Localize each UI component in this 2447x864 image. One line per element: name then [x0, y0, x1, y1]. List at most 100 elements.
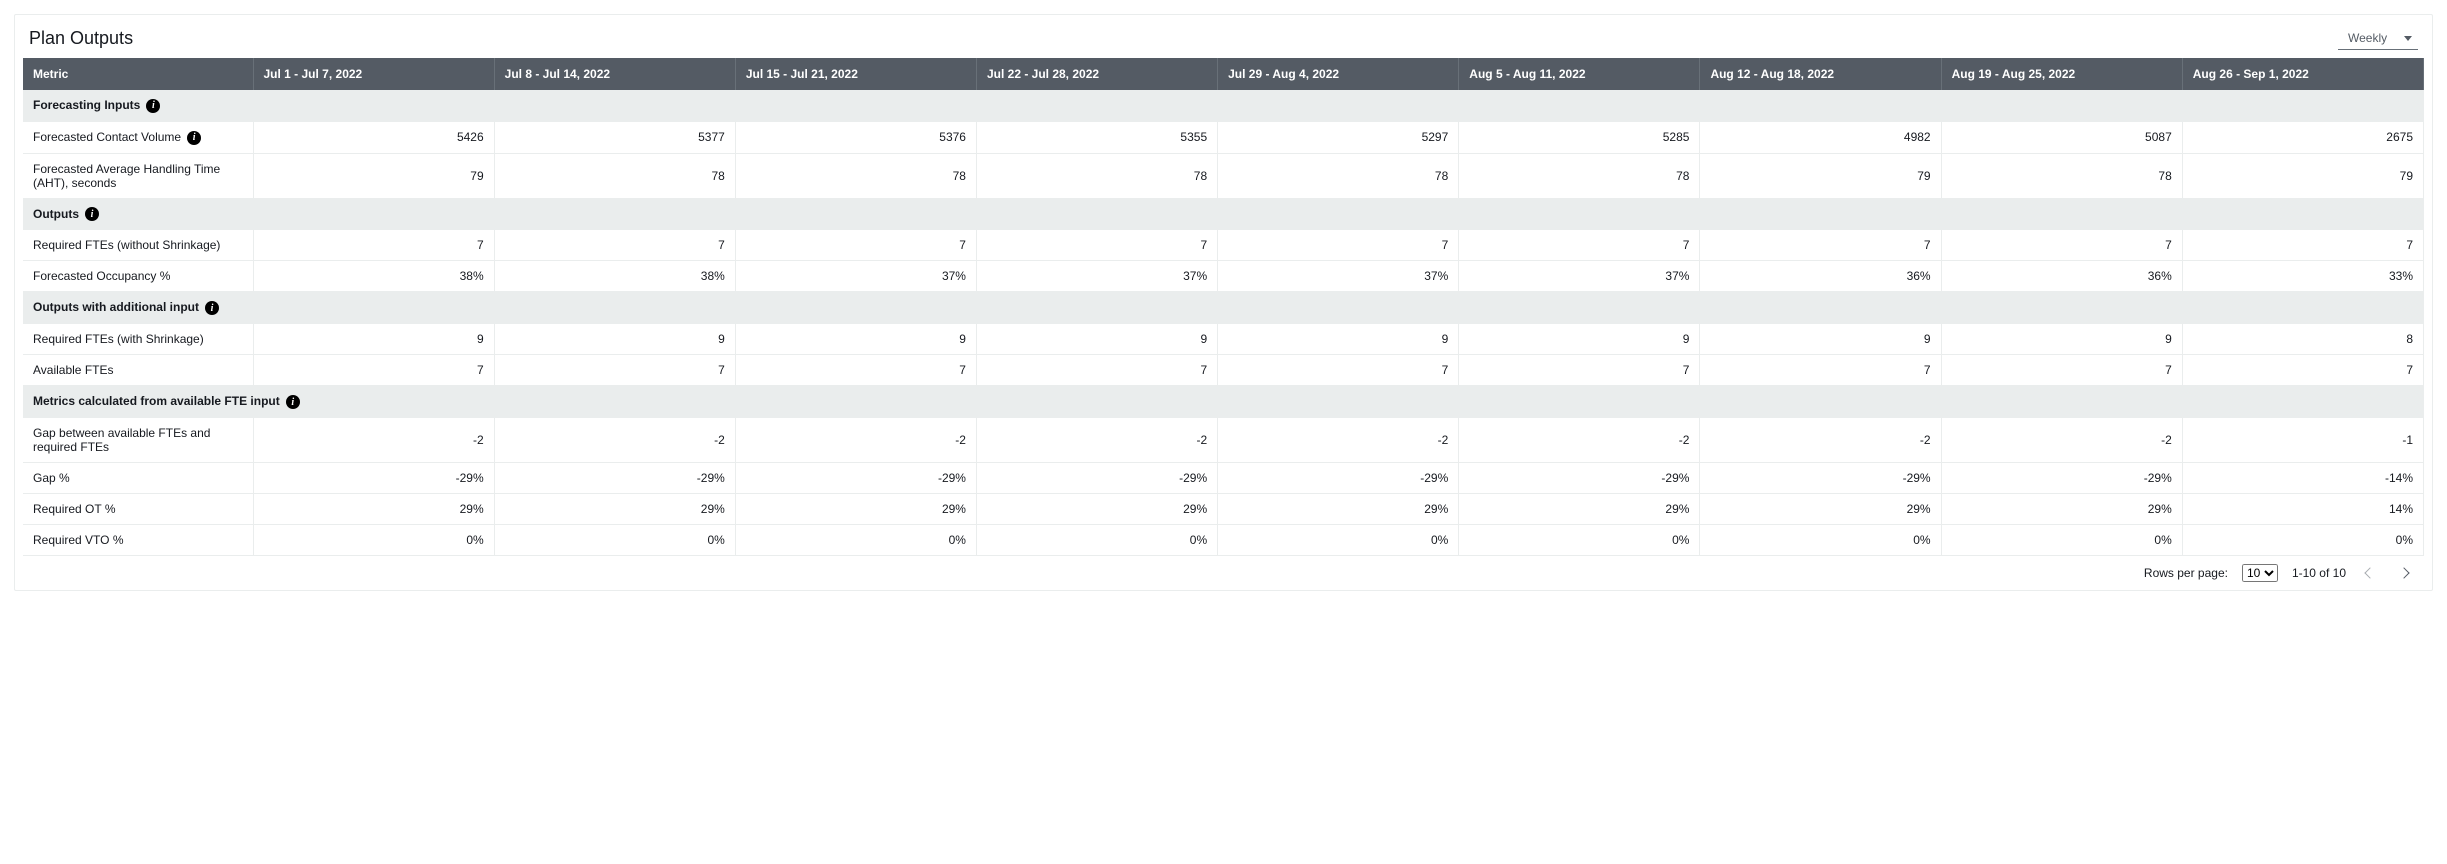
- metric-value: 7: [1700, 230, 1941, 261]
- caret-down-icon: [2404, 36, 2412, 41]
- metric-value: 9: [1700, 324, 1941, 355]
- metric-value: 0%: [976, 525, 1217, 556]
- metric-value: 0%: [2182, 525, 2423, 556]
- metric-value: -2: [1941, 418, 2182, 463]
- section-header: Outputsi: [23, 198, 2424, 230]
- metric-value: -29%: [494, 463, 735, 494]
- table-row: Gap between available FTEs and required …: [23, 418, 2424, 463]
- metric-value: 7: [1700, 355, 1941, 386]
- page-title: Plan Outputs: [29, 28, 133, 49]
- metric-value: 9: [1218, 324, 1459, 355]
- metric-value: 78: [1218, 153, 1459, 198]
- metric-value: -2: [253, 418, 494, 463]
- metric-value: 7: [253, 230, 494, 261]
- pager-next-button[interactable]: [2394, 562, 2414, 584]
- metric-value: 14%: [2182, 494, 2423, 525]
- pager-prev-button[interactable]: [2360, 562, 2380, 584]
- metric-value: 5297: [1218, 121, 1459, 153]
- metric-value: 5355: [976, 121, 1217, 153]
- metric-label: Required FTEs (without Shrinkage): [23, 230, 253, 261]
- period-dropdown[interactable]: Weekly: [2338, 27, 2418, 50]
- metric-value: 79: [253, 153, 494, 198]
- metric-value: 33%: [2182, 261, 2423, 292]
- metric-value: -2: [1459, 418, 1700, 463]
- metric-label: Forecasted Occupancy %: [23, 261, 253, 292]
- metric-value: 5285: [1459, 121, 1700, 153]
- metric-value: -2: [494, 418, 735, 463]
- metric-value: 0%: [1459, 525, 1700, 556]
- section-heading: Outputsi: [23, 198, 2424, 230]
- metric-value: 7: [976, 355, 1217, 386]
- metric-value: -29%: [253, 463, 494, 494]
- metric-value: 79: [1700, 153, 1941, 198]
- metric-value: -29%: [1941, 463, 2182, 494]
- table-row: Required FTEs (with Shrinkage)999999998: [23, 324, 2424, 355]
- metric-value: 29%: [1700, 494, 1941, 525]
- metric-value: 7: [1218, 230, 1459, 261]
- metric-value: 5087: [1941, 121, 2182, 153]
- metric-value: 0%: [735, 525, 976, 556]
- col-date-6: Aug 5 - Aug 11, 2022: [1459, 58, 1700, 90]
- col-date-4: Jul 22 - Jul 28, 2022: [976, 58, 1217, 90]
- metric-value: -1: [2182, 418, 2423, 463]
- metric-value: 7: [1941, 230, 2182, 261]
- metric-value: 7: [735, 355, 976, 386]
- table-row: Required OT %29%29%29%29%29%29%29%29%14%: [23, 494, 2424, 525]
- metric-value: 37%: [735, 261, 976, 292]
- metric-value: 9: [253, 324, 494, 355]
- col-date-3: Jul 15 - Jul 21, 2022: [735, 58, 976, 90]
- metric-value: 9: [494, 324, 735, 355]
- rows-per-page-select[interactable]: 10: [2242, 564, 2278, 582]
- chevron-left-icon: [2364, 567, 2375, 578]
- plan-outputs-table: MetricJul 1 - Jul 7, 2022Jul 8 - Jul 14,…: [23, 58, 2424, 556]
- col-date-1: Jul 1 - Jul 7, 2022: [253, 58, 494, 90]
- metric-value: 29%: [735, 494, 976, 525]
- metric-value: 7: [494, 355, 735, 386]
- metric-value: 5377: [494, 121, 735, 153]
- metric-value: 78: [735, 153, 976, 198]
- info-icon[interactable]: i: [85, 207, 99, 221]
- metric-value: 37%: [1459, 261, 1700, 292]
- table-row: Required VTO %0%0%0%0%0%0%0%0%0%: [23, 525, 2424, 556]
- section-heading: Metrics calculated from available FTE in…: [23, 386, 2424, 418]
- period-label: Weekly: [2348, 31, 2387, 45]
- metric-value: -2: [1700, 418, 1941, 463]
- metric-value: 37%: [976, 261, 1217, 292]
- rows-per-page-label: Rows per page:: [2144, 566, 2228, 580]
- metric-value: 2675: [2182, 121, 2423, 153]
- metric-value: 7: [494, 230, 735, 261]
- metric-value: -29%: [976, 463, 1217, 494]
- info-icon[interactable]: i: [146, 99, 160, 113]
- metric-value: 7: [2182, 230, 2423, 261]
- metric-value: 38%: [253, 261, 494, 292]
- metric-value: 29%: [1218, 494, 1459, 525]
- metric-value: 36%: [1700, 261, 1941, 292]
- metric-value: 79: [2182, 153, 2423, 198]
- metric-value: -29%: [1700, 463, 1941, 494]
- metric-value: -2: [976, 418, 1217, 463]
- card-header: Plan Outputs Weekly: [23, 27, 2424, 58]
- info-icon[interactable]: i: [187, 131, 201, 145]
- metric-value: 29%: [976, 494, 1217, 525]
- section-heading: Outputs with additional inputi: [23, 292, 2424, 324]
- col-date-7: Aug 12 - Aug 18, 2022: [1700, 58, 1941, 90]
- metric-value: 29%: [1941, 494, 2182, 525]
- metric-value: 7: [1459, 355, 1700, 386]
- metric-value: 7: [1941, 355, 2182, 386]
- metric-label: Available FTEs: [23, 355, 253, 386]
- col-metric: Metric: [23, 58, 253, 90]
- info-icon[interactable]: i: [205, 301, 219, 315]
- metric-value: -14%: [2182, 463, 2423, 494]
- metric-value: 29%: [494, 494, 735, 525]
- table-row: Gap %-29%-29%-29%-29%-29%-29%-29%-29%-14…: [23, 463, 2424, 494]
- metric-value: 29%: [1459, 494, 1700, 525]
- metric-value: 8: [2182, 324, 2423, 355]
- info-icon[interactable]: i: [286, 395, 300, 409]
- table-row: Required FTEs (without Shrinkage)7777777…: [23, 230, 2424, 261]
- chevron-right-icon: [2398, 567, 2409, 578]
- table-row: Forecasted Contact Volumei54265377537653…: [23, 121, 2424, 153]
- metric-value: -29%: [1459, 463, 1700, 494]
- metric-value: -2: [735, 418, 976, 463]
- metric-value: -29%: [1218, 463, 1459, 494]
- metric-value: 7: [1218, 355, 1459, 386]
